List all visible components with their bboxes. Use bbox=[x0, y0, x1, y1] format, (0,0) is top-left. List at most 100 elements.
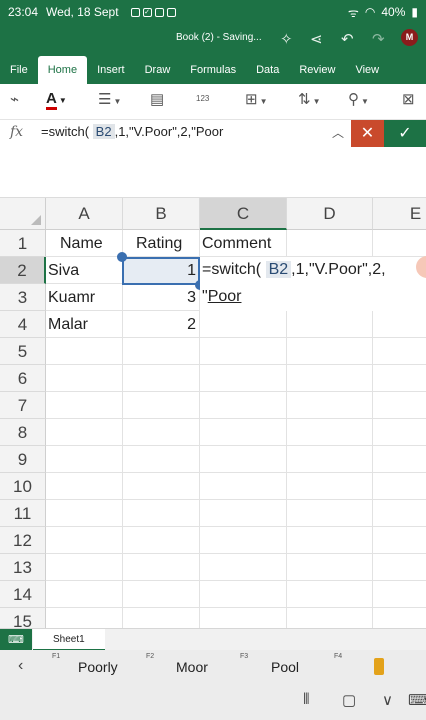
battery-icon: ▮ bbox=[411, 5, 418, 19]
tab-data[interactable]: Data bbox=[246, 56, 289, 84]
column-header-b[interactable]: B bbox=[123, 198, 200, 230]
row-header-6[interactable]: 6 bbox=[0, 365, 46, 392]
formula-input[interactable]: =switch( B2,1,"V.Poor",2,"Poor bbox=[41, 124, 223, 139]
signal-icon: ᯤ bbox=[347, 5, 359, 20]
spreadsheet-grid: A B C D E 1 2 3 4 5 6 7 8 9 10 11 12 13 … bbox=[0, 198, 426, 628]
keyboard-toggle-button[interactable]: ⌨ bbox=[0, 629, 32, 651]
close-icon: ✕ bbox=[360, 125, 375, 142]
edit-prefix: =switch( bbox=[202, 261, 262, 278]
row-header-2[interactable]: 2 bbox=[0, 257, 46, 284]
fkey-label-3: F3 bbox=[240, 653, 249, 660]
row-header-14[interactable]: 14 bbox=[0, 581, 46, 608]
sort-filter-button[interactable]: ⇅ ▼ bbox=[298, 90, 321, 108]
tab-insert[interactable]: Insert bbox=[87, 56, 135, 84]
formula-cell-ref: B2 bbox=[92, 124, 115, 139]
row-header-12[interactable]: 12 bbox=[0, 527, 46, 554]
sheet-tab-sheet1[interactable]: Sheet1 bbox=[33, 629, 105, 651]
row-header-4[interactable]: 4 bbox=[0, 311, 46, 338]
edit-cell-ref: B2 bbox=[265, 261, 292, 278]
wifi-icon: ◠ bbox=[364, 5, 376, 19]
title-bar: Book (2) - Saving... ✧ ⋖ ↶ ↷ M bbox=[0, 24, 426, 56]
cell-b4[interactable]: 2 bbox=[123, 311, 200, 338]
row-header-8[interactable]: 8 bbox=[0, 419, 46, 446]
row-header-7[interactable]: 7 bbox=[0, 392, 46, 419]
number-format-button[interactable]: 123 bbox=[196, 94, 209, 103]
tab-home[interactable]: Home bbox=[37, 56, 88, 84]
format-painter-icon[interactable]: ⌁ bbox=[10, 90, 19, 108]
sheet-bar: ⌨ Sheet1 bbox=[0, 628, 426, 651]
edit-suffix: ,1,"V.Poor",2, bbox=[291, 261, 386, 278]
back-icon[interactable]: ∨ bbox=[382, 691, 393, 709]
video-icon bbox=[130, 7, 140, 17]
cell-a3[interactable]: Kuamr bbox=[48, 284, 95, 311]
fkey-label-1: F1 bbox=[52, 653, 61, 660]
select-all-corner[interactable] bbox=[0, 198, 46, 230]
font-color-button[interactable]: A ▼ bbox=[46, 90, 67, 110]
edit-current-word: Poor bbox=[207, 288, 242, 305]
wrap-text-icon[interactable]: ▤ bbox=[150, 90, 164, 108]
collapse-formula-icon[interactable]: ︿ bbox=[332, 124, 344, 141]
cell-b2[interactable]: 1 bbox=[123, 257, 200, 284]
chevron-left-icon[interactable]: ‹ bbox=[18, 657, 23, 675]
suggestion-3[interactable]: Pool bbox=[271, 659, 299, 675]
row-header-3[interactable]: 3 bbox=[0, 284, 46, 311]
ribbon-tabs: File Home Insert Draw Formulas Data Revi… bbox=[0, 56, 426, 84]
row-header-10[interactable]: 10 bbox=[0, 473, 46, 500]
row-header-1[interactable]: 1 bbox=[0, 230, 46, 257]
redo-icon[interactable]: ↷ bbox=[372, 30, 385, 48]
row-header-9[interactable]: 9 bbox=[0, 446, 46, 473]
suggestion-2[interactable]: Moor bbox=[176, 659, 208, 675]
column-header-a[interactable]: A bbox=[46, 198, 123, 230]
confirm-button[interactable]: ✓ bbox=[384, 120, 426, 147]
formula-bar: fx =switch( B2,1,"V.Poor",2,"Poor ︿ ✕ ✓ bbox=[0, 120, 426, 198]
tab-file[interactable]: File bbox=[0, 56, 38, 84]
tab-formulas[interactable]: Formulas bbox=[180, 56, 246, 84]
cell-c1[interactable]: Comment bbox=[202, 230, 271, 257]
row-header-11[interactable]: 11 bbox=[0, 500, 46, 527]
status-bar: 23:04 Wed, 18 Sept ✓ ᯤ ◠ 40% ▮ bbox=[0, 0, 426, 24]
find-button[interactable]: ⚲ ▼ bbox=[348, 90, 369, 108]
document-title: Book (2) - Saving... bbox=[176, 32, 262, 43]
keyboard-icon: ⌨ bbox=[8, 634, 24, 646]
check-icon: ✓ bbox=[142, 7, 152, 17]
cancel-button[interactable]: ✕ bbox=[351, 120, 384, 147]
status-date: Wed, 18 Sept bbox=[46, 5, 119, 19]
formula-prefix: =switch( bbox=[41, 124, 90, 139]
mail-icon bbox=[154, 7, 164, 17]
cell-c2-editor[interactable]: =switch( B2,1,"V.Poor",2, "Poor bbox=[200, 257, 426, 311]
tab-draw[interactable]: Draw bbox=[135, 56, 181, 84]
row-header-13[interactable]: 13 bbox=[0, 554, 46, 581]
cell-a2[interactable]: Siva bbox=[48, 257, 79, 284]
cell-b3[interactable]: 3 bbox=[123, 284, 200, 311]
undo-icon[interactable]: ↶ bbox=[341, 30, 354, 48]
fx-icon: fx bbox=[10, 124, 24, 140]
tab-view[interactable]: View bbox=[345, 56, 389, 84]
avatar[interactable]: M bbox=[401, 29, 418, 46]
coin-icon[interactable] bbox=[374, 658, 384, 675]
align-button[interactable]: ☰ ▼ bbox=[98, 90, 121, 108]
column-header-e[interactable]: E bbox=[373, 198, 426, 230]
number-format-label: 123 bbox=[196, 94, 210, 103]
borders-button[interactable]: ⊞ ▼ bbox=[245, 90, 268, 108]
column-header-d[interactable]: D bbox=[287, 198, 373, 230]
cell-b1[interactable]: Rating bbox=[136, 230, 182, 257]
suggestion-1[interactable]: Poorly bbox=[78, 659, 118, 675]
home-icon[interactable]: ▢ bbox=[342, 691, 356, 709]
row-header-15[interactable]: 15 bbox=[0, 608, 46, 628]
keyboard-suggestions: ‹ F1 Poorly F2 Moor F3 Pool F4 bbox=[0, 650, 426, 684]
recents-icon[interactable]: ⦀ bbox=[303, 691, 310, 708]
fkey-label-4: F4 bbox=[334, 653, 343, 660]
keyboard-hide-icon[interactable]: ⌨ bbox=[408, 691, 426, 709]
more-options-icon[interactable]: ⊠ bbox=[402, 90, 415, 108]
lightbulb-icon[interactable]: ✧ bbox=[280, 30, 293, 48]
notification-icons: ✓ bbox=[130, 7, 176, 17]
column-header-c[interactable]: C bbox=[200, 198, 287, 230]
formula-suffix: ,1,"V.Poor",2,"Poor bbox=[114, 124, 224, 139]
cell-a4[interactable]: Malar bbox=[48, 311, 88, 338]
battery-percent: 40% bbox=[381, 5, 406, 19]
fkey-label-2: F2 bbox=[146, 653, 155, 660]
row-header-5[interactable]: 5 bbox=[0, 338, 46, 365]
share-icon[interactable]: ⋖ bbox=[310, 30, 323, 48]
tab-review[interactable]: Review bbox=[289, 56, 345, 84]
cell-a1[interactable]: Name bbox=[60, 230, 103, 257]
